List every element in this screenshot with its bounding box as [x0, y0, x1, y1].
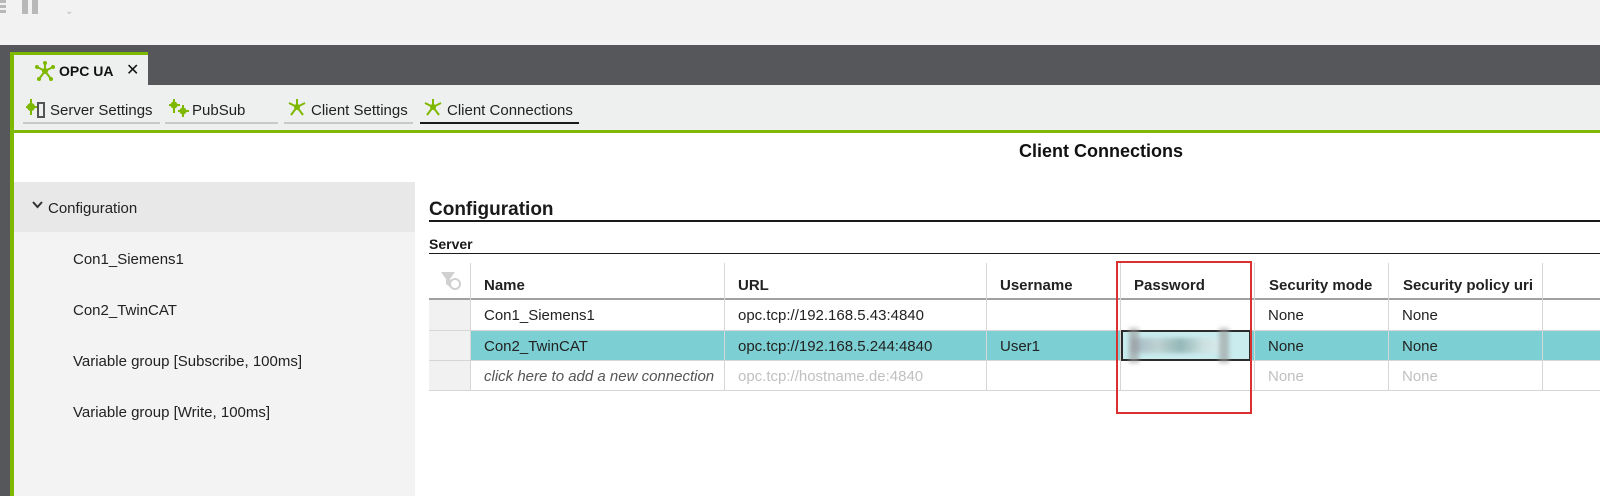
tab-server-settings[interactable]: Server Settings	[23, 95, 160, 124]
column-divider	[986, 263, 987, 391]
column-divider	[1542, 263, 1543, 391]
cell-security-mode[interactable]: None	[1268, 338, 1304, 355]
cell-url[interactable]: opc.tcp://192.168.5.244:4840	[738, 338, 932, 355]
top-toolbar: ⌄	[0, 0, 1600, 45]
pause-icon[interactable]	[22, 0, 40, 14]
row-divider	[429, 330, 1600, 331]
section-heading: Configuration	[429, 199, 554, 220]
chevron-down-icon[interactable]: ⌄	[65, 6, 73, 17]
tab-opc-ua[interactable]: OPC UA ✕	[14, 52, 148, 85]
left-edge-bar	[0, 45, 10, 496]
pubsub-icon	[167, 97, 191, 124]
client-connections-icon	[422, 97, 444, 122]
tab-pubsub-label: PubSub	[192, 102, 246, 119]
tree-item-con2-twincat[interactable]: Con2_TwinCAT	[73, 302, 177, 319]
cell-name[interactable]: Con2_TwinCAT	[484, 338, 588, 355]
blur-mask	[1129, 328, 1139, 363]
column-divider	[1120, 263, 1121, 391]
cell-security-mode[interactable]: None	[1268, 307, 1304, 324]
cell-name[interactable]: Con1_Siemens1	[484, 307, 595, 324]
chevron-down-icon	[32, 200, 43, 212]
configuration-tree: Configuration Con1_Siemens1 Con2_TwinCAT…	[14, 182, 415, 496]
opc-network-icon	[34, 61, 56, 86]
row-divider	[429, 360, 1600, 361]
column-header-password[interactable]: Password	[1134, 277, 1205, 294]
tab-label: OPC UA	[59, 63, 114, 79]
password-blurred-value	[1131, 338, 1221, 353]
column-divider	[470, 263, 471, 391]
cell-username[interactable]: User1	[1000, 338, 1040, 355]
header-divider	[429, 298, 1600, 300]
tree-item-variable-group-write[interactable]: Variable group [Write, 100ms]	[73, 404, 270, 421]
column-header-url[interactable]: URL	[738, 277, 769, 294]
cell-security-policy-uri[interactable]: None	[1402, 307, 1438, 324]
tree-item-variable-group-subscribe[interactable]: Variable group [Subscribe, 100ms]	[73, 353, 302, 370]
column-divider	[1254, 263, 1255, 391]
client-settings-icon	[286, 97, 308, 122]
tab-server-settings-label: Server Settings	[50, 102, 153, 119]
menu-icon[interactable]	[0, 0, 6, 14]
tree-header-label: Configuration	[48, 200, 138, 217]
cell-url[interactable]: opc.tcp://192.168.5.43:4840	[738, 307, 924, 324]
divider	[429, 220, 1600, 222]
cell-security-policy-uri[interactable]: None	[1402, 338, 1438, 355]
filter-icon[interactable]	[440, 271, 462, 296]
blur-mask	[1219, 328, 1229, 363]
column-header-security-policy-uri[interactable]: Security policy uri	[1403, 277, 1533, 294]
tab-client-connections[interactable]: Client Connections	[420, 95, 579, 124]
cell-security-policy-placeholder[interactable]: None	[1402, 368, 1438, 385]
divider	[429, 253, 1600, 254]
tab-client-connections-label: Client Connections	[447, 102, 573, 119]
row-divider	[429, 390, 1600, 391]
server-settings-icon	[25, 97, 47, 124]
column-header-name[interactable]: Name	[484, 277, 525, 294]
cell-url-placeholder[interactable]: opc.tcp://hostname.de:4840	[738, 368, 923, 385]
close-icon[interactable]: ✕	[126, 60, 139, 80]
row-gutter[interactable]	[429, 361, 470, 391]
sub-tab-bar: Server Settings PubSub Client Settings C…	[14, 85, 1600, 133]
tree-item-con1-siemens1[interactable]: Con1_Siemens1	[73, 251, 184, 268]
tab-client-settings-label: Client Settings	[311, 102, 408, 119]
tree-header-configuration[interactable]: Configuration	[14, 182, 415, 232]
document-tab-bar	[0, 45, 1600, 85]
row-gutter[interactable]	[429, 331, 470, 361]
cell-security-mode-placeholder[interactable]: None	[1268, 368, 1304, 385]
column-header-security-mode[interactable]: Security mode	[1269, 277, 1372, 294]
row-gutter[interactable]	[429, 300, 470, 330]
add-connection-row[interactable]: click here to add a new connection	[484, 368, 714, 385]
page-title: Client Connections	[1019, 141, 1184, 161]
tab-client-settings[interactable]: Client Settings	[284, 95, 413, 124]
password-input[interactable]	[1121, 328, 1251, 363]
column-divider	[724, 263, 725, 391]
column-header-username[interactable]: Username	[1000, 277, 1073, 294]
tab-pubsub[interactable]: PubSub	[165, 95, 278, 124]
column-divider	[1388, 263, 1389, 391]
server-subheading: Server	[429, 236, 473, 252]
